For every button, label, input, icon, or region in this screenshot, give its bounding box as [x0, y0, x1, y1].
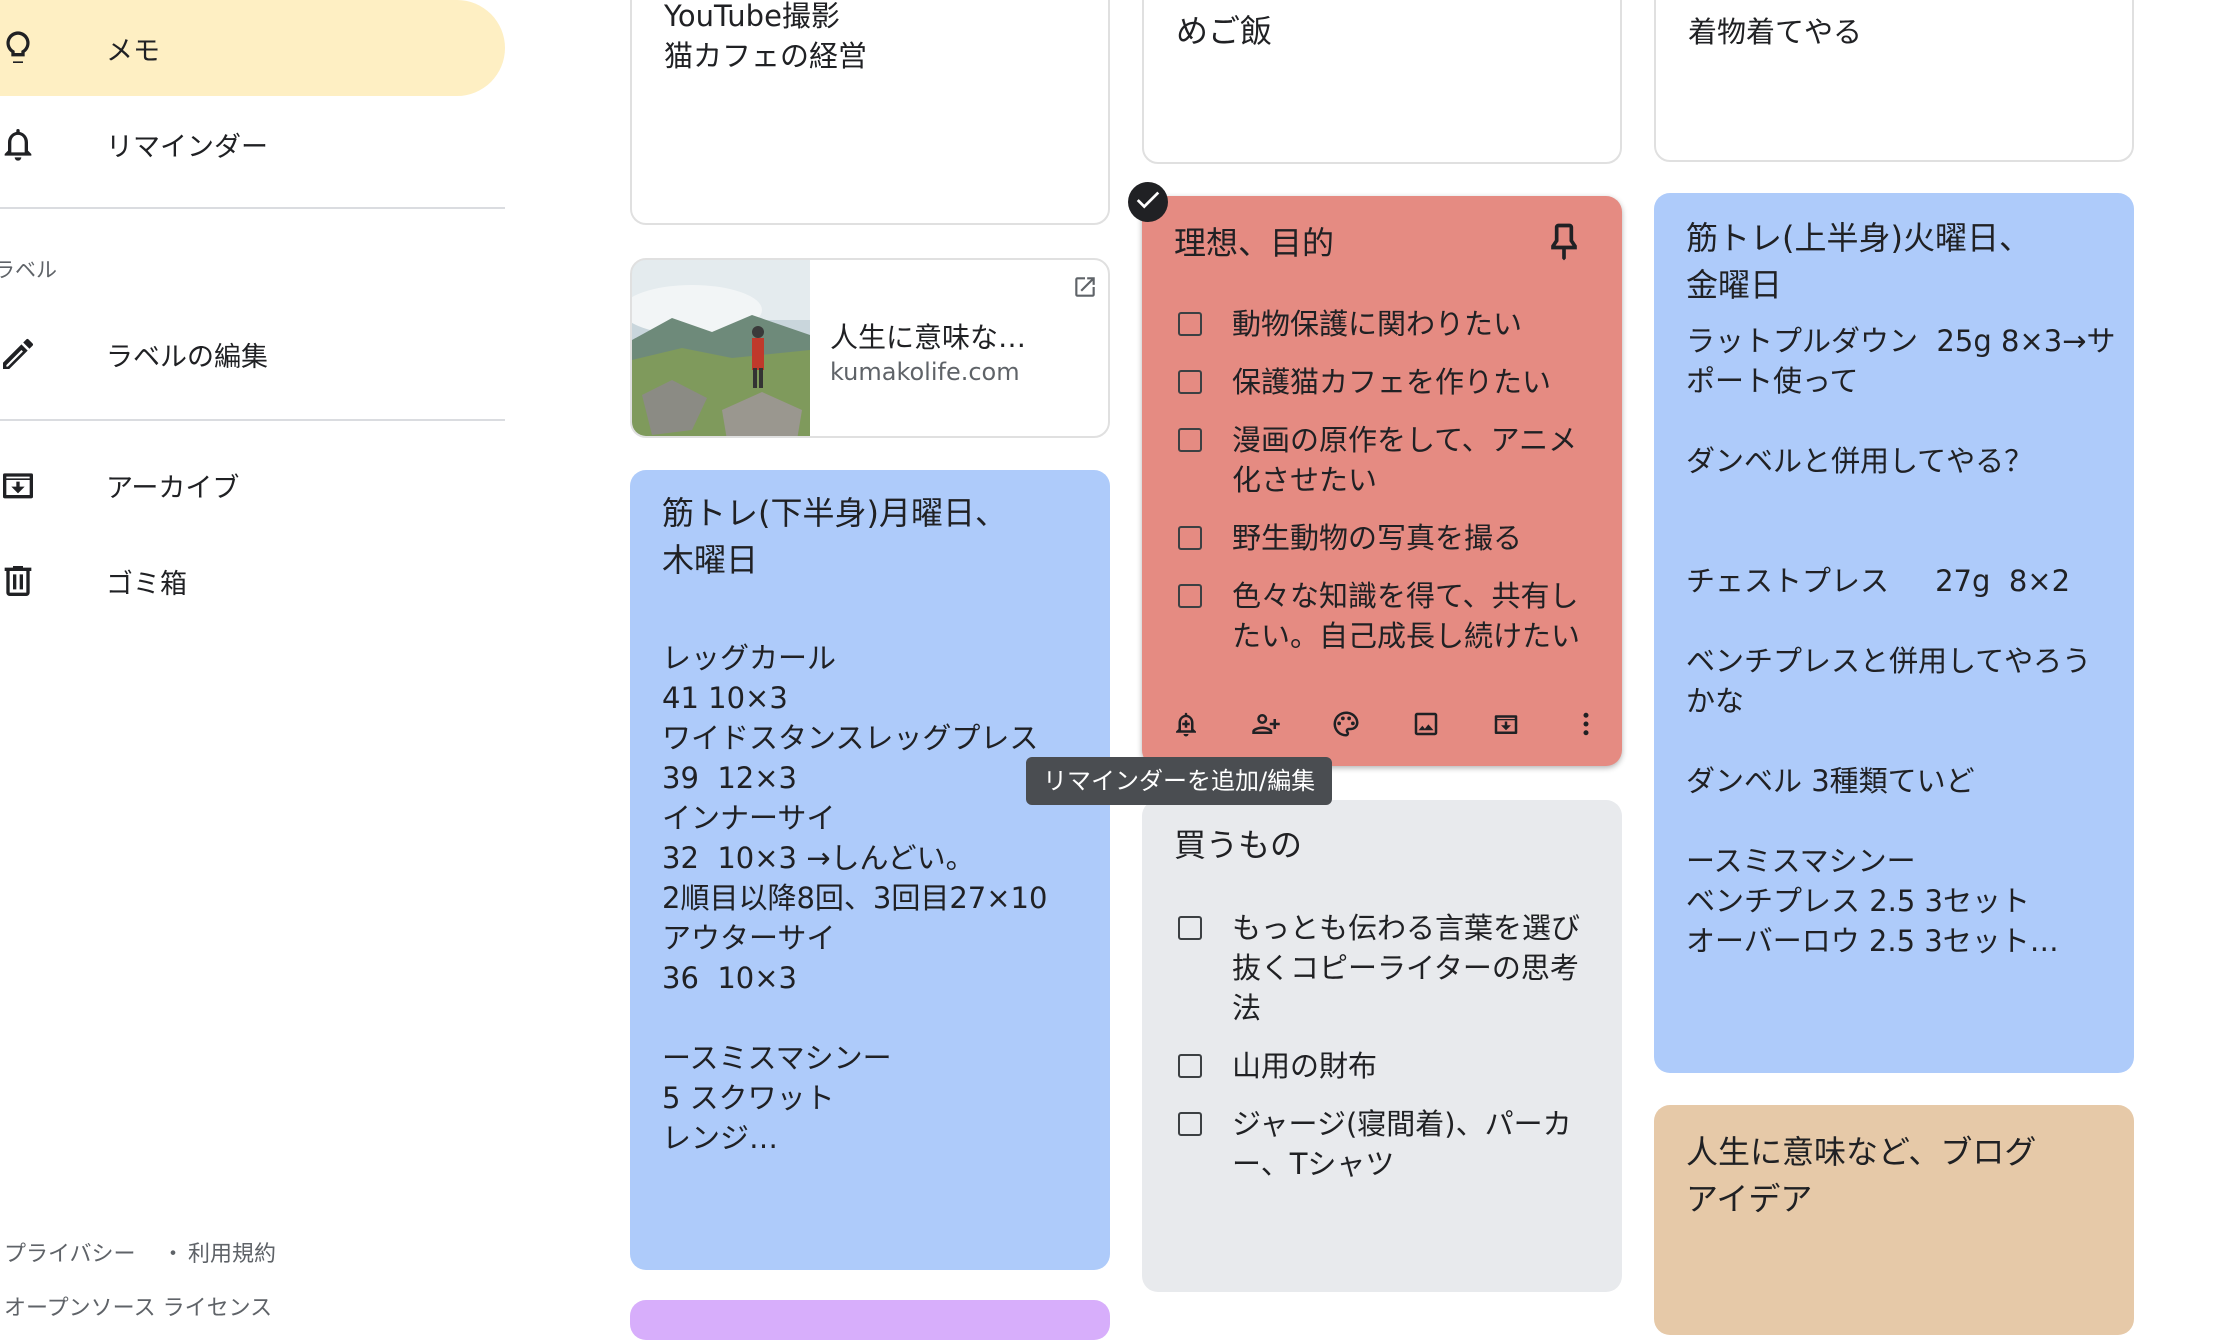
link-note-card[interactable]: 人生に意味な… kumakolife.com: [630, 258, 1110, 438]
link-title: 人生に意味な…: [830, 321, 1027, 354]
link-preview-image: [632, 260, 810, 436]
sidebar-divider: [0, 207, 505, 209]
checklist-item: 山用の財布: [1232, 1049, 1378, 1083]
checkbox[interactable]: [1178, 1112, 1202, 1136]
note-title: 筋トレ(上半身)火曜日、 金曜日: [1686, 219, 2031, 304]
sidebar-item-edit-labels[interactable]: ラベルの編集: [0, 306, 505, 402]
sidebar-item-label: アーカイブ: [106, 472, 240, 504]
image-icon[interactable]: [1406, 704, 1446, 744]
palette-icon[interactable]: [1326, 704, 1366, 744]
sidebar-item-notes[interactable]: メモ: [0, 0, 505, 96]
sidebar-divider: [0, 419, 505, 421]
checklist-item: もっとも伝わる言葉を選び 抜くコピーライターの思考 法: [1232, 911, 1581, 1025]
checkbox[interactable]: [1178, 428, 1202, 452]
note-title: 人生に意味など、ブログ アイデア: [1686, 1133, 2037, 1218]
checkbox[interactable]: [1178, 584, 1202, 608]
sidebar-item-archive[interactable]: アーカイブ: [0, 437, 505, 533]
sidebar-item-label: リマインダー: [106, 131, 268, 163]
reminder-tooltip: リマインダーを追加/編集: [1026, 757, 1333, 805]
pin-icon[interactable]: [1542, 220, 1586, 264]
checklist-item: 色々な知識を得て、共有し たい。自己成長し続けたい: [1232, 579, 1581, 653]
checkbox[interactable]: [1178, 1054, 1202, 1078]
pencil-icon: [0, 330, 42, 378]
more-icon[interactable]: [1566, 704, 1606, 744]
checkbox[interactable]: [1178, 370, 1202, 394]
sidebar-item-label: メモ: [106, 35, 160, 67]
archive-icon: [0, 461, 42, 509]
note-title: 筋トレ(下半身)月曜日、 木曜日: [662, 494, 1007, 579]
sidebar-item-trash[interactable]: ゴミ箱: [0, 533, 505, 629]
note-card[interactable]: 人生に意味など、ブログ アイデア: [1654, 1105, 2134, 1335]
note-card[interactable]: 着物着てやる: [1654, 0, 2134, 162]
sidebar-item-label: ラベルの編集: [106, 341, 268, 373]
note-card-selected[interactable]: 理想、目的 動物保護に関わりたい 保護猫カフェを作りたい 漫画の原作をして、アニ…: [1142, 196, 1622, 766]
sidebar-item-reminders[interactable]: リマインダー: [0, 96, 505, 192]
checkbox[interactable]: [1178, 916, 1202, 940]
labels-section-heading: ラベル: [0, 258, 57, 282]
checkbox[interactable]: [1178, 312, 1202, 336]
checklist-item: 野生動物の写真を撮る: [1232, 521, 1523, 555]
note-card[interactable]: 買うもの もっとも伝わる言葉を選び 抜くコピーライターの思考 法 山用の財布 ジ…: [1142, 800, 1622, 1292]
note-body: YouTube撮影 猫カフェの経営: [664, 0, 868, 73]
checkbox[interactable]: [1178, 526, 1202, 550]
collaborator-icon[interactable]: [1246, 704, 1286, 744]
note-title: 理想、目的: [1174, 224, 1335, 262]
add-reminder-icon[interactable]: [1166, 704, 1206, 744]
checklist-item: ジャージ(寝間着)、パーカ ー、Tシャツ: [1232, 1107, 1572, 1181]
bell-icon: [0, 120, 42, 168]
note-body: ラットプルダウン 25g 8×3→サ ポート使って ダンベルと併用してやる？ チ…: [1686, 324, 2116, 958]
note-title: めご飯: [1176, 12, 1273, 50]
privacy-link[interactable]: プライバシー: [4, 1236, 136, 1268]
open-link-icon[interactable]: [1072, 274, 1098, 300]
archive-icon[interactable]: [1486, 704, 1526, 744]
note-card[interactable]: YouTube撮影 猫カフェの経営: [630, 0, 1110, 225]
checklist-item: 漫画の原作をして、アニメ 化させたい: [1232, 423, 1578, 497]
link-domain: kumakolife.com: [830, 358, 1020, 386]
note-card[interactable]: めご飯: [1142, 0, 1622, 164]
checklist-item: 保護猫カフェを作りたい: [1232, 365, 1552, 399]
terms-link[interactable]: 利用規約: [188, 1236, 276, 1268]
note-card[interactable]: [630, 1300, 1110, 1340]
sidebar-item-label: ゴミ箱: [106, 568, 187, 600]
note-body: 着物着てやる: [1688, 15, 1863, 49]
checklist-item: 動物保護に関わりたい: [1232, 307, 1523, 341]
open-source-licenses-link[interactable]: オープンソース ライセンス: [4, 1290, 272, 1322]
note-title: 買うもの: [1174, 826, 1303, 864]
note-body: レッグカール 41 10×3 ワイドスタンスレッグプレス 39 12×3 インナ…: [662, 641, 1048, 1155]
note-card[interactable]: 筋トレ(上半身)火曜日、 金曜日 ラットプルダウン 25g 8×3→サ ポート使…: [1654, 193, 2134, 1073]
note-card[interactable]: 筋トレ(下半身)月曜日、 木曜日 レッグカール 41 10×3 ワイドスタンスレ…: [630, 470, 1110, 1270]
footer-separator: ・: [162, 1242, 185, 1267]
trash-icon: [0, 557, 42, 605]
lightbulb-icon: [0, 24, 42, 72]
selected-check-icon[interactable]: [1128, 182, 1168, 222]
